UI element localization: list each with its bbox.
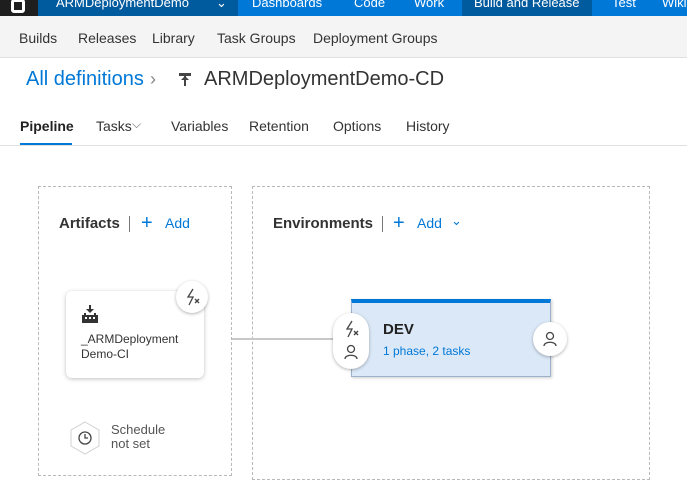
tab-pipeline[interactable]: Pipeline bbox=[20, 118, 74, 134]
plus-icon[interactable]: + bbox=[141, 213, 153, 233]
pre-deployment-conditions[interactable] bbox=[333, 313, 369, 369]
environment-summary-link[interactable]: 1 phase, 2 tasks bbox=[383, 344, 470, 358]
nav-wiki[interactable]: Wiki bbox=[662, 0, 687, 10]
artifact-name: _ARMDeployment Demo-CI bbox=[81, 332, 179, 361]
nav-work[interactable]: Work bbox=[414, 0, 444, 10]
project-name: ARMDeploymentDemo bbox=[56, 0, 189, 10]
add-environment-button[interactable]: Add bbox=[417, 215, 442, 231]
lightning-icon bbox=[186, 288, 200, 306]
subnav-deployment-groups[interactable]: Deployment Groups bbox=[313, 30, 438, 46]
project-selector[interactable]: ARMDeploymentDemo ⌄ bbox=[38, 0, 238, 16]
environments-title: Environments bbox=[273, 215, 374, 232]
schedule-trigger-button[interactable] bbox=[68, 421, 102, 455]
chevron-down-icon: ⌄ bbox=[216, 0, 227, 10]
lightning-icon[interactable] bbox=[343, 320, 359, 338]
schedule-status: Schedule not set bbox=[111, 422, 166, 451]
tab-retention[interactable]: Retention bbox=[249, 118, 309, 134]
artifacts-divider bbox=[129, 216, 130, 232]
post-deployment-approvals-button[interactable] bbox=[533, 322, 567, 356]
user-approver-icon[interactable] bbox=[343, 344, 359, 360]
environment-card-dev[interactable]: DEV 1 phase, 2 tasks bbox=[351, 299, 551, 377]
subnav-task-groups[interactable]: Task Groups bbox=[217, 30, 296, 46]
add-artifact-button[interactable]: Add bbox=[165, 215, 190, 231]
tab-variables[interactable]: Variables bbox=[171, 118, 228, 134]
breadcrumb-separator-icon: › bbox=[150, 69, 156, 89]
subnav-releases[interactable]: Releases bbox=[78, 30, 136, 46]
environments-divider bbox=[382, 216, 383, 232]
nav-test[interactable]: Test bbox=[612, 0, 636, 10]
tab-options[interactable]: Options bbox=[333, 118, 381, 134]
tab-history[interactable]: History bbox=[406, 118, 450, 134]
nav-build-and-release[interactable]: Build and Release bbox=[462, 0, 592, 16]
pipeline-connector bbox=[232, 338, 336, 340]
subnav-builds[interactable]: Builds bbox=[19, 30, 57, 46]
chevron-down-icon[interactable]: ⌵ bbox=[132, 117, 141, 132]
breadcrumb: All definitions › bbox=[26, 68, 156, 91]
active-tab-indicator bbox=[20, 143, 72, 145]
top-nav-bar: ARMDeploymentDemo ⌄ Dashboards Code Work… bbox=[0, 0, 687, 16]
plus-icon[interactable]: + bbox=[393, 213, 405, 233]
subnav-library[interactable]: Library bbox=[152, 30, 195, 46]
artifacts-title: Artifacts bbox=[59, 215, 120, 232]
breadcrumb-all-definitions[interactable]: All definitions bbox=[26, 68, 144, 90]
definition-tabs: Pipeline Tasks ⌵ Variables Retention Opt… bbox=[0, 108, 687, 146]
vsts-logo-icon[interactable] bbox=[0, 0, 38, 16]
chevron-down-icon[interactable]: ⌄ bbox=[451, 213, 462, 229]
continuous-deployment-trigger-button[interactable] bbox=[176, 281, 208, 313]
build-artifact-icon bbox=[81, 305, 99, 330]
release-definition-icon bbox=[178, 72, 192, 88]
environment-name: DEV bbox=[383, 321, 414, 338]
build-release-subnav: Builds Releases Library Task Groups Depl… bbox=[0, 16, 687, 58]
page-title: ARMDeploymentDemo-CD bbox=[204, 68, 445, 90]
nav-dashboards[interactable]: Dashboards bbox=[252, 0, 322, 10]
tab-tasks[interactable]: Tasks bbox=[96, 118, 132, 134]
user-approver-icon bbox=[543, 331, 557, 347]
nav-code[interactable]: Code bbox=[354, 0, 385, 10]
